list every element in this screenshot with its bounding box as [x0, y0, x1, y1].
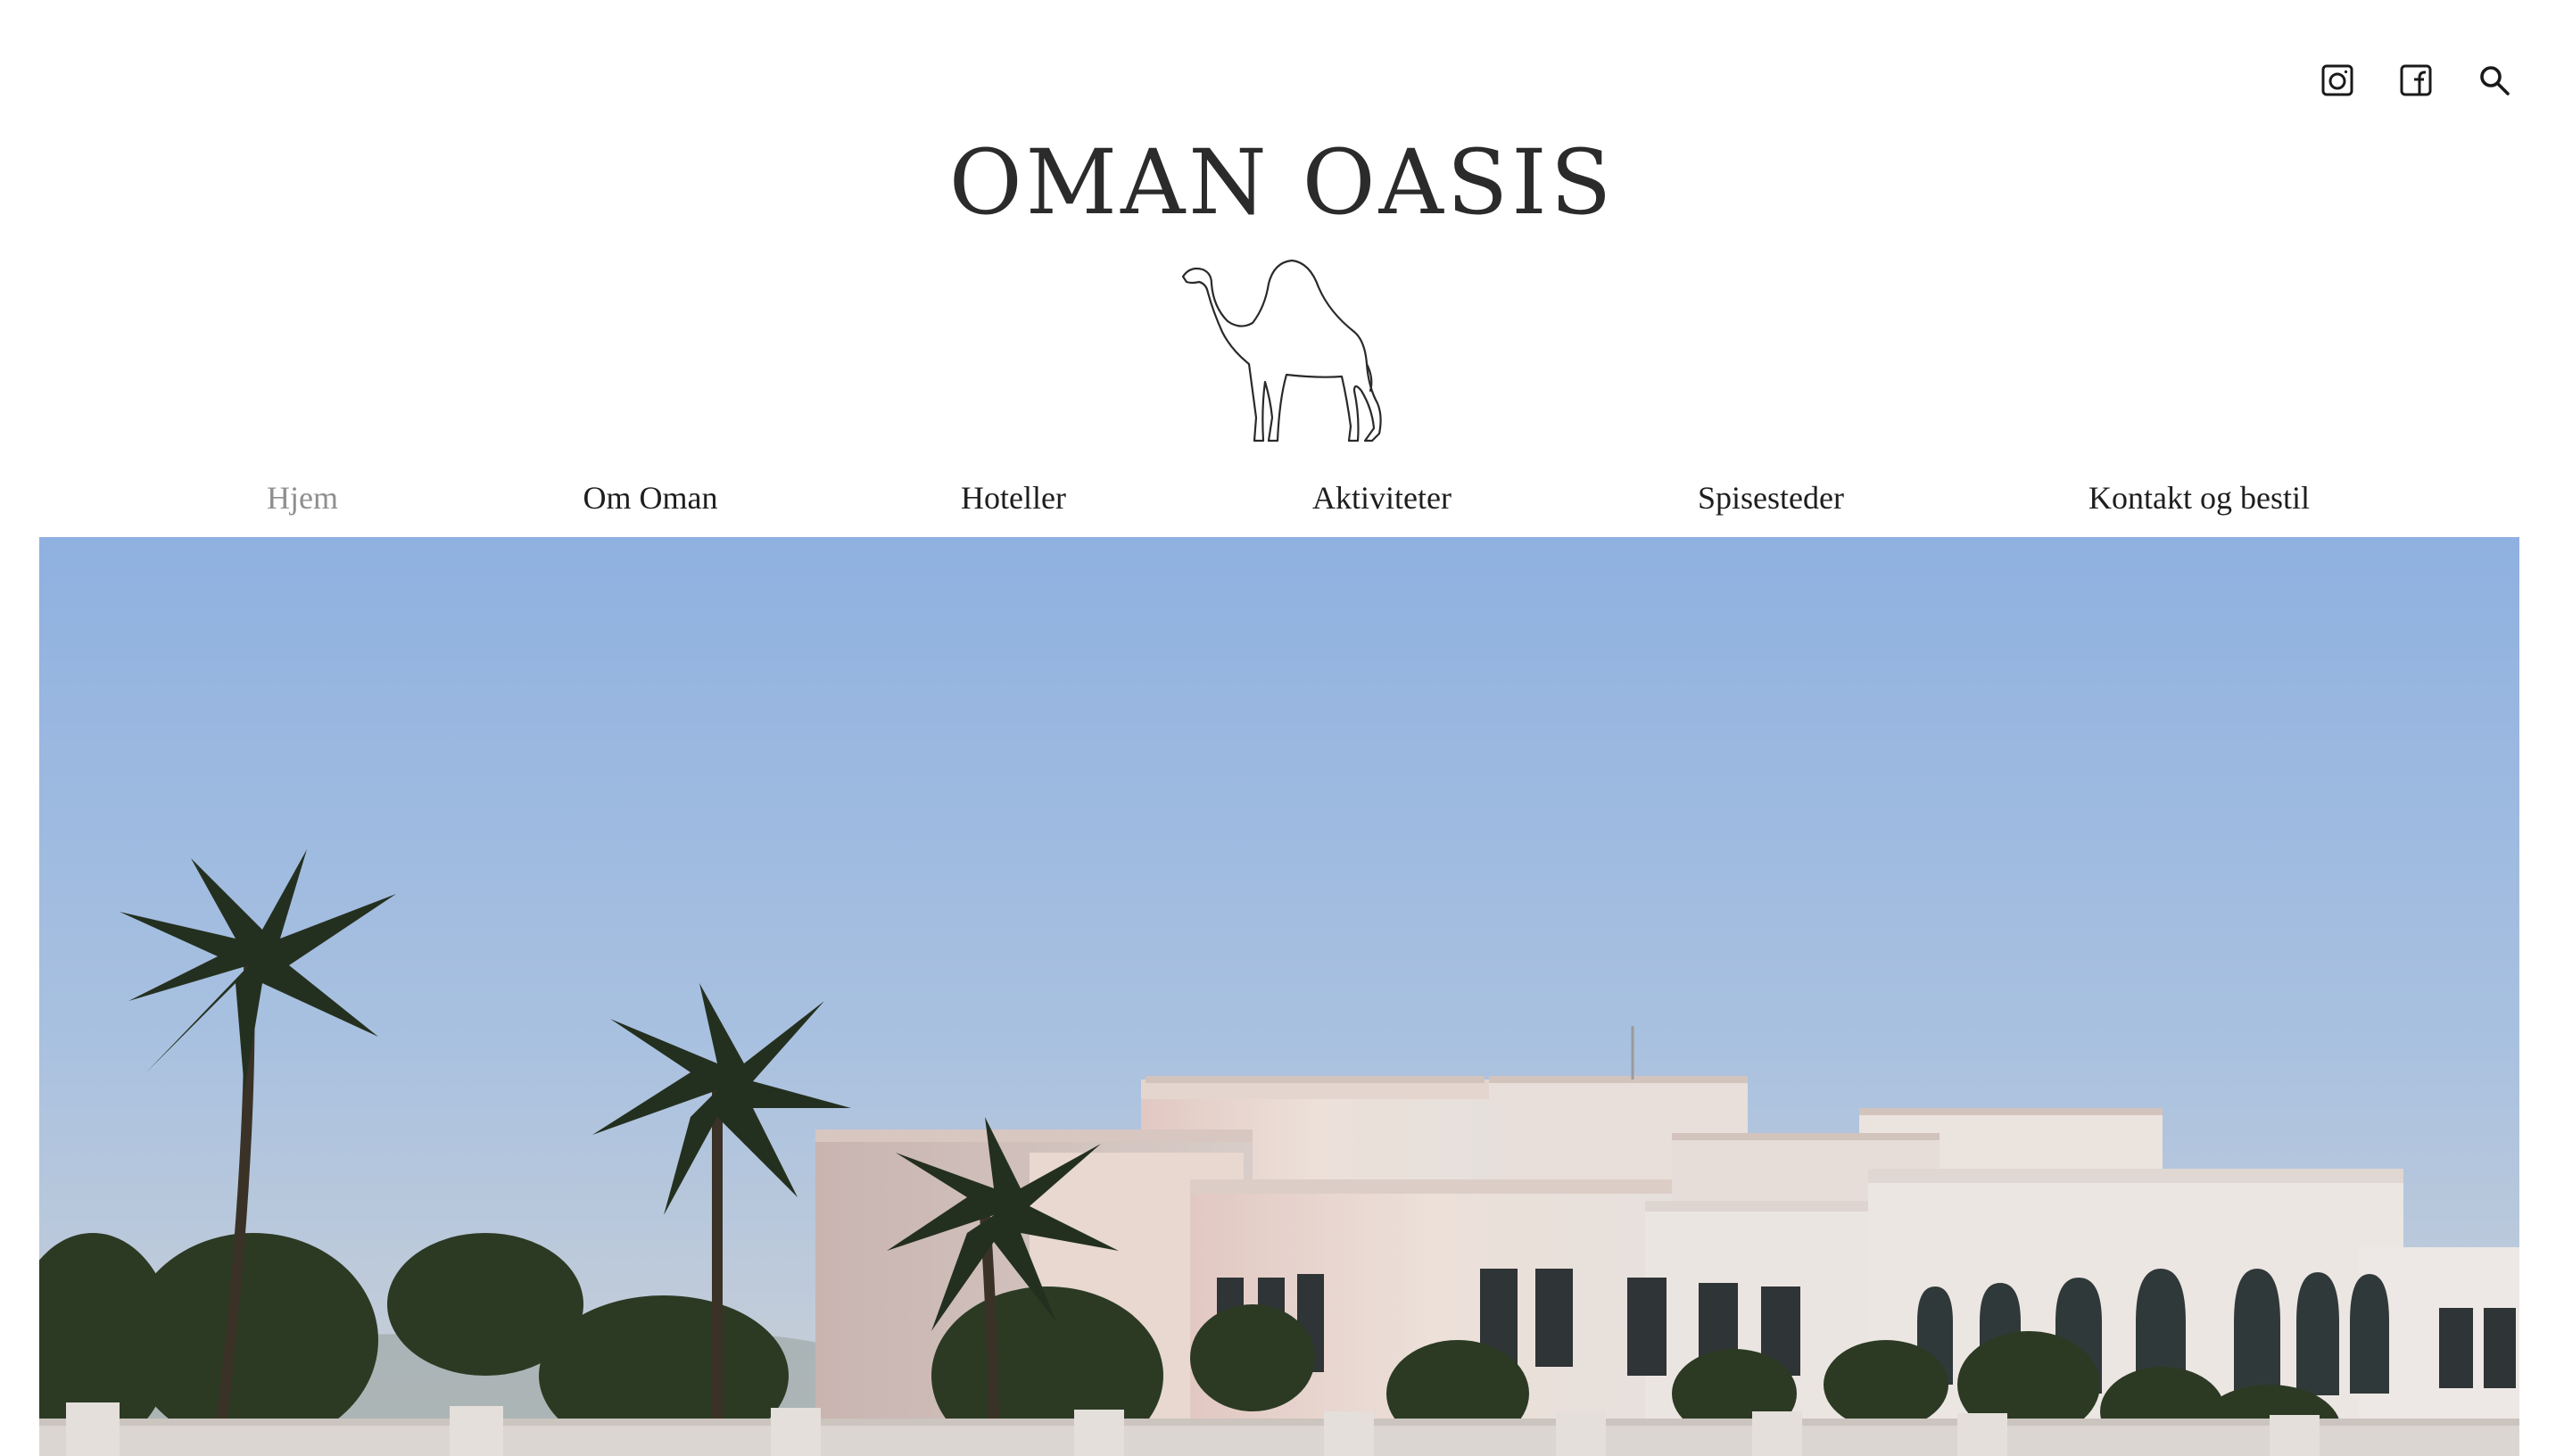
nav-item-kontakt-og-bestil[interactable]: Kontakt og bestil [2088, 473, 2310, 523]
nav-item-om-oman[interactable]: Om Oman [583, 473, 718, 523]
social-links [2318, 61, 2514, 100]
facebook-icon[interactable] [2396, 61, 2436, 100]
search-icon[interactable] [2475, 61, 2514, 100]
hero-image [39, 537, 2519, 1456]
camel-logo [1181, 259, 1382, 443]
instagram-icon[interactable] [2318, 61, 2357, 100]
nav-item-hjem[interactable]: Hjem [267, 473, 338, 523]
site-title[interactable]: OMAN OASIS [0, 125, 2564, 241]
main-nav: Hjem Om Oman Hoteller Aktiviteter Spises… [0, 473, 2564, 523]
page: OMAN OASIS Hjem Om Oman Hoteller Aktivit… [0, 0, 2564, 1456]
nav-item-aktiviteter[interactable]: Aktiviteter [1312, 473, 1452, 523]
nav-item-hoteller[interactable]: Hoteller [961, 473, 1066, 523]
nav-item-spisesteder[interactable]: Spisesteder [1698, 473, 1844, 523]
